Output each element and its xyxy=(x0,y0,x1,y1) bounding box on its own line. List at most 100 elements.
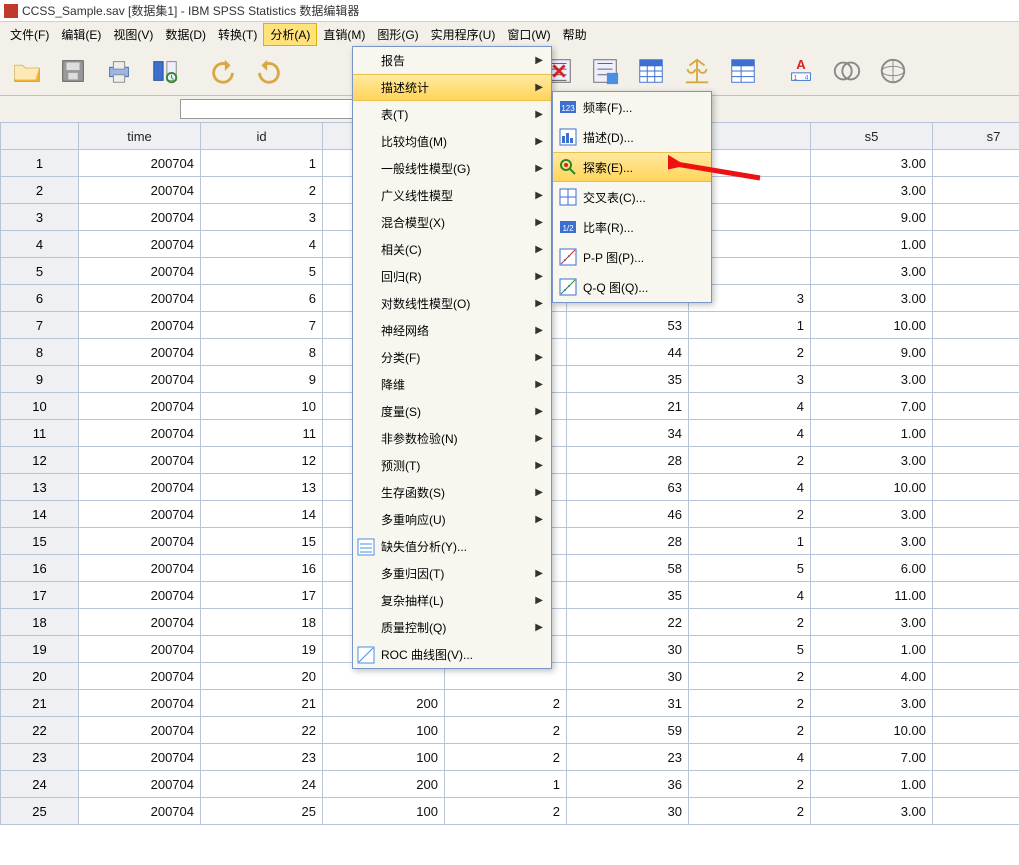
menu-item[interactable]: 混合模型(X)▶ xyxy=(353,209,551,236)
row-header[interactable]: 1 xyxy=(1,150,79,177)
cell[interactable]: 2 xyxy=(689,798,811,825)
cell[interactable]: 200704 xyxy=(79,690,201,717)
row-header[interactable]: 9 xyxy=(1,366,79,393)
menu-item[interactable]: 非参数检验(N)▶ xyxy=(353,425,551,452)
menu-item[interactable]: 度量(S)▶ xyxy=(353,398,551,425)
cell[interactable]: 1 xyxy=(933,285,1019,312)
cell[interactable]: 35 xyxy=(567,582,689,609)
cell[interactable]: 200704 xyxy=(79,339,201,366)
menu-data[interactable]: 数据(D) xyxy=(159,24,212,45)
cell[interactable]: 2 xyxy=(933,744,1019,771)
cell[interactable]: 4 xyxy=(689,393,811,420)
row-header[interactable]: 25 xyxy=(1,798,79,825)
cell[interactable]: 4 xyxy=(201,231,323,258)
col-header[interactable]: time xyxy=(79,123,201,150)
menu-direct[interactable]: 直销(M) xyxy=(317,24,371,45)
cell[interactable]: 200 xyxy=(323,771,445,798)
cell[interactable]: 2 xyxy=(933,609,1019,636)
submenu-item[interactable]: 1/2比率(R)... xyxy=(553,212,711,242)
cell[interactable]: 200704 xyxy=(79,150,201,177)
cell[interactable]: 200704 xyxy=(79,204,201,231)
cell[interactable]: 3.00 xyxy=(811,150,933,177)
cell[interactable]: 31 xyxy=(567,690,689,717)
cell[interactable]: 28 xyxy=(567,447,689,474)
globe-button[interactable] xyxy=(872,51,914,91)
menu-item[interactable]: 对数线性模型(O)▶ xyxy=(353,290,551,317)
cell[interactable]: 46 xyxy=(567,501,689,528)
cell[interactable]: 200704 xyxy=(79,744,201,771)
cell[interactable]: 2 xyxy=(933,204,1019,231)
cell[interactable]: 7.00 xyxy=(811,744,933,771)
cell[interactable]: 13 xyxy=(201,474,323,501)
row-header[interactable]: 20 xyxy=(1,663,79,690)
cell[interactable]: 5 xyxy=(689,555,811,582)
cell[interactable]: 200704 xyxy=(79,447,201,474)
row-header[interactable]: 18 xyxy=(1,609,79,636)
row-header[interactable]: 15 xyxy=(1,528,79,555)
cell[interactable]: 4 xyxy=(689,582,811,609)
cell[interactable]: 200704 xyxy=(79,798,201,825)
cell[interactable]: 7 xyxy=(201,312,323,339)
cell[interactable]: 6.00 xyxy=(811,555,933,582)
row-header[interactable]: 2 xyxy=(1,177,79,204)
cell[interactable]: 10.00 xyxy=(811,717,933,744)
cell[interactable]: 18 xyxy=(201,609,323,636)
cell[interactable]: 1 xyxy=(689,312,811,339)
cell[interactable]: 200704 xyxy=(79,231,201,258)
cell[interactable]: 2 xyxy=(445,690,567,717)
row-header[interactable]: 3 xyxy=(1,204,79,231)
menu-item[interactable]: ROC 曲线图(V)... xyxy=(353,641,551,668)
compute-button[interactable] xyxy=(584,51,626,91)
cell[interactable]: 2 xyxy=(201,177,323,204)
cell[interactable]: 200704 xyxy=(79,258,201,285)
cell[interactable]: 3.00 xyxy=(811,366,933,393)
cell[interactable]: 4 xyxy=(689,474,811,501)
name-box[interactable] xyxy=(180,99,356,119)
row-header[interactable]: 11 xyxy=(1,420,79,447)
menu-item[interactable]: 回归(R)▶ xyxy=(353,263,551,290)
cell[interactable]: 1 xyxy=(933,339,1019,366)
cell[interactable]: 34 xyxy=(567,420,689,447)
cell[interactable]: 1 xyxy=(933,474,1019,501)
menu-item[interactable]: 降维▶ xyxy=(353,371,551,398)
row-header[interactable]: 22 xyxy=(1,717,79,744)
menu-window[interactable]: 窗口(W) xyxy=(501,24,556,45)
menu-item[interactable]: 多重响应(U)▶ xyxy=(353,506,551,533)
row-header[interactable]: 13 xyxy=(1,474,79,501)
cell[interactable]: 1 xyxy=(933,231,1019,258)
cell[interactable]: 200704 xyxy=(79,393,201,420)
cell[interactable]: 30 xyxy=(567,798,689,825)
row-header[interactable]: 6 xyxy=(1,285,79,312)
cell[interactable]: 2 xyxy=(933,177,1019,204)
cell[interactable]: 3.00 xyxy=(811,258,933,285)
cell[interactable]: 6 xyxy=(201,285,323,312)
cell[interactable]: 200704 xyxy=(79,555,201,582)
cell[interactable]: 2 xyxy=(445,744,567,771)
cell[interactable]: 20 xyxy=(201,663,323,690)
row-header[interactable]: 4 xyxy=(1,231,79,258)
row-header[interactable]: 17 xyxy=(1,582,79,609)
menu-item[interactable]: 复杂抽样(L)▶ xyxy=(353,587,551,614)
cell[interactable]: 100 xyxy=(323,744,445,771)
row-header[interactable]: 12 xyxy=(1,447,79,474)
cell[interactable]: 1 xyxy=(933,420,1019,447)
submenu-item[interactable]: 123频率(F)... xyxy=(553,92,711,122)
cell[interactable]: 25 xyxy=(201,798,323,825)
cell[interactable]: 5 xyxy=(689,636,811,663)
cell[interactable]: 59 xyxy=(567,717,689,744)
menu-item[interactable]: 相关(C)▶ xyxy=(353,236,551,263)
cell[interactable]: 2 xyxy=(689,609,811,636)
cell[interactable]: 200704 xyxy=(79,420,201,447)
row-header[interactable]: 8 xyxy=(1,339,79,366)
menu-file[interactable]: 文件(F) xyxy=(4,24,55,45)
cell[interactable]: 1.00 xyxy=(811,771,933,798)
cell[interactable]: 200704 xyxy=(79,771,201,798)
menu-item[interactable]: 表(T)▶ xyxy=(353,101,551,128)
cell[interactable]: 3 xyxy=(689,366,811,393)
cell[interactable]: 1 xyxy=(933,663,1019,690)
cell[interactable]: 8 xyxy=(201,339,323,366)
cell[interactable]: 24 xyxy=(201,771,323,798)
menu-item[interactable]: 神经网络▶ xyxy=(353,317,551,344)
cell[interactable]: 2 xyxy=(689,663,811,690)
cell[interactable]: 1 xyxy=(445,771,567,798)
